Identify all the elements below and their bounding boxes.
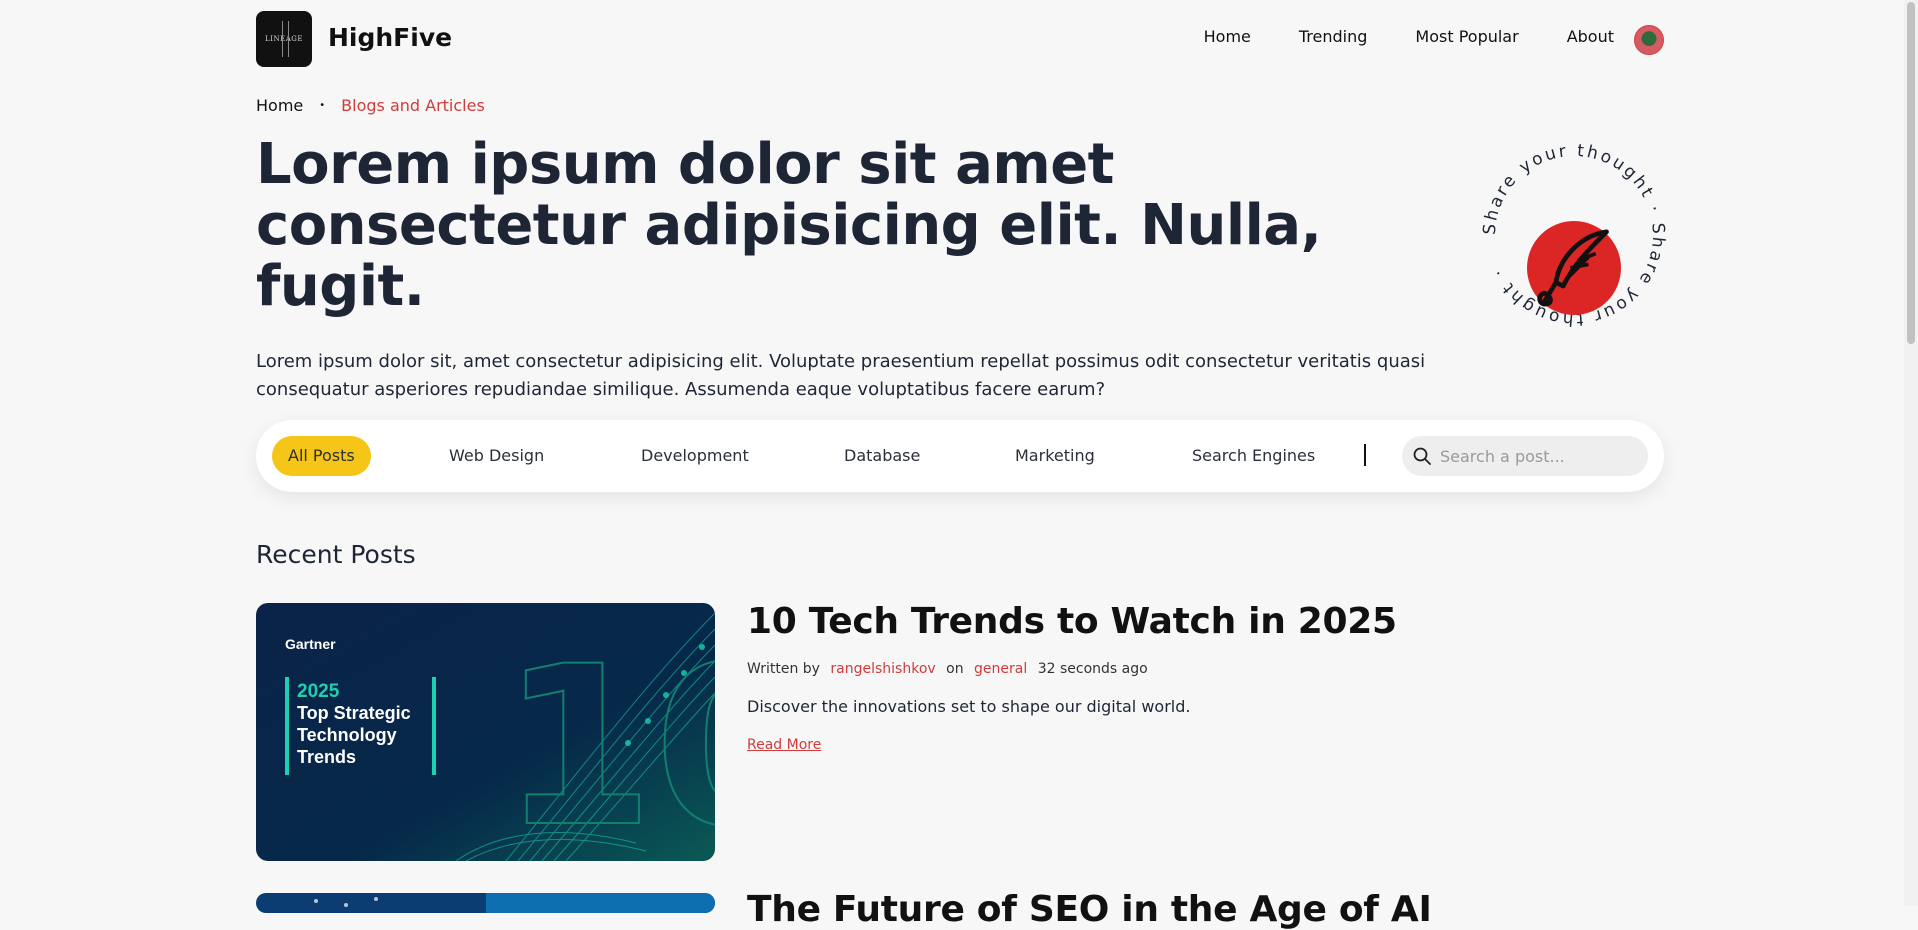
share-thought-button[interactable]: [1527, 221, 1621, 315]
breadcrumb-separator: •: [319, 100, 326, 111]
post-author[interactable]: rangelshishkov: [830, 661, 935, 677]
filter-marketing[interactable]: Marketing: [1015, 436, 1095, 476]
page-intro: Lorem ipsum dolor sit, amet consectetur …: [256, 351, 1426, 400]
page-title: Lorem ipsum dolor sit amet consectetur a…: [256, 132, 1322, 319]
post-meta: Written by rangelshishkov on general 32 …: [747, 661, 1154, 677]
search-input[interactable]: [1438, 445, 1642, 467]
written-by-label: Written by: [747, 661, 820, 677]
post-category[interactable]: general: [974, 661, 1027, 677]
filter-search-engines[interactable]: Search Engines: [1192, 436, 1315, 476]
svg-text:Trends: Trends: [297, 747, 356, 767]
share-thought-badge[interactable]: Share your thought · Share your thought …: [1471, 132, 1677, 338]
category-filter-bar: All Posts Web Design Development Databas…: [256, 420, 1664, 492]
filter-database[interactable]: Database: [844, 436, 920, 476]
post-thumbnail[interactable]: 10 Gartner 2025 Top Strategic Technology…: [256, 603, 715, 861]
nav-trending[interactable]: Trending: [1299, 27, 1368, 46]
svg-text:Gartner: Gartner: [285, 636, 336, 652]
on-label: on: [946, 661, 964, 677]
read-more-link[interactable]: Read More: [747, 737, 821, 753]
nav-about[interactable]: About: [1567, 27, 1614, 46]
post-thumbnail[interactable]: [256, 893, 715, 913]
scrollbar-thumb[interactable]: [1907, 2, 1915, 344]
svg-text:10: 10: [501, 619, 715, 861]
recent-posts-heading: Recent Posts: [256, 540, 416, 569]
breadcrumb: Home • Blogs and Articles: [256, 96, 485, 115]
page-scrollbar[interactable]: [1904, 0, 1918, 906]
post-time: 32 seconds ago: [1037, 661, 1148, 677]
site-logo[interactable]: Lineage: [256, 11, 312, 67]
nav-most-popular[interactable]: Most Popular: [1415, 27, 1518, 46]
site-header: Lineage HighFive Home Trending Most Popu…: [256, 11, 1664, 67]
breadcrumb-current[interactable]: Blogs and Articles: [341, 96, 485, 115]
svg-text:Top Strategic: Top Strategic: [297, 703, 411, 723]
svg-text:Technology: Technology: [297, 725, 397, 745]
post-search[interactable]: [1402, 436, 1648, 476]
filter-all-posts[interactable]: All Posts: [272, 436, 371, 476]
nav-home[interactable]: Home: [1204, 27, 1251, 46]
post-title[interactable]: 10 Tech Trends to Watch in 2025: [747, 601, 1397, 642]
main-nav: Home Trending Most Popular About: [1204, 27, 1614, 46]
quill-pen-icon: [1537, 229, 1609, 307]
post-image: [256, 893, 715, 913]
post-title[interactable]: The Future of SEO in the Age of AI: [747, 889, 1432, 930]
svg-text:2025: 2025: [297, 681, 340, 702]
user-avatar[interactable]: [1634, 25, 1664, 55]
post-description: Discover the innovations set to shape ou…: [747, 697, 1191, 716]
post-image: 10 Gartner 2025 Top Strategic Technology…: [256, 603, 715, 861]
logo-emblem: [282, 21, 289, 57]
filter-web-design[interactable]: Web Design: [449, 436, 544, 476]
brand-name[interactable]: HighFive: [328, 23, 452, 52]
filter-development[interactable]: Development: [641, 436, 749, 476]
breadcrumb-home[interactable]: Home: [256, 96, 303, 115]
filter-divider: [1364, 444, 1366, 466]
search-icon: [1413, 447, 1431, 465]
